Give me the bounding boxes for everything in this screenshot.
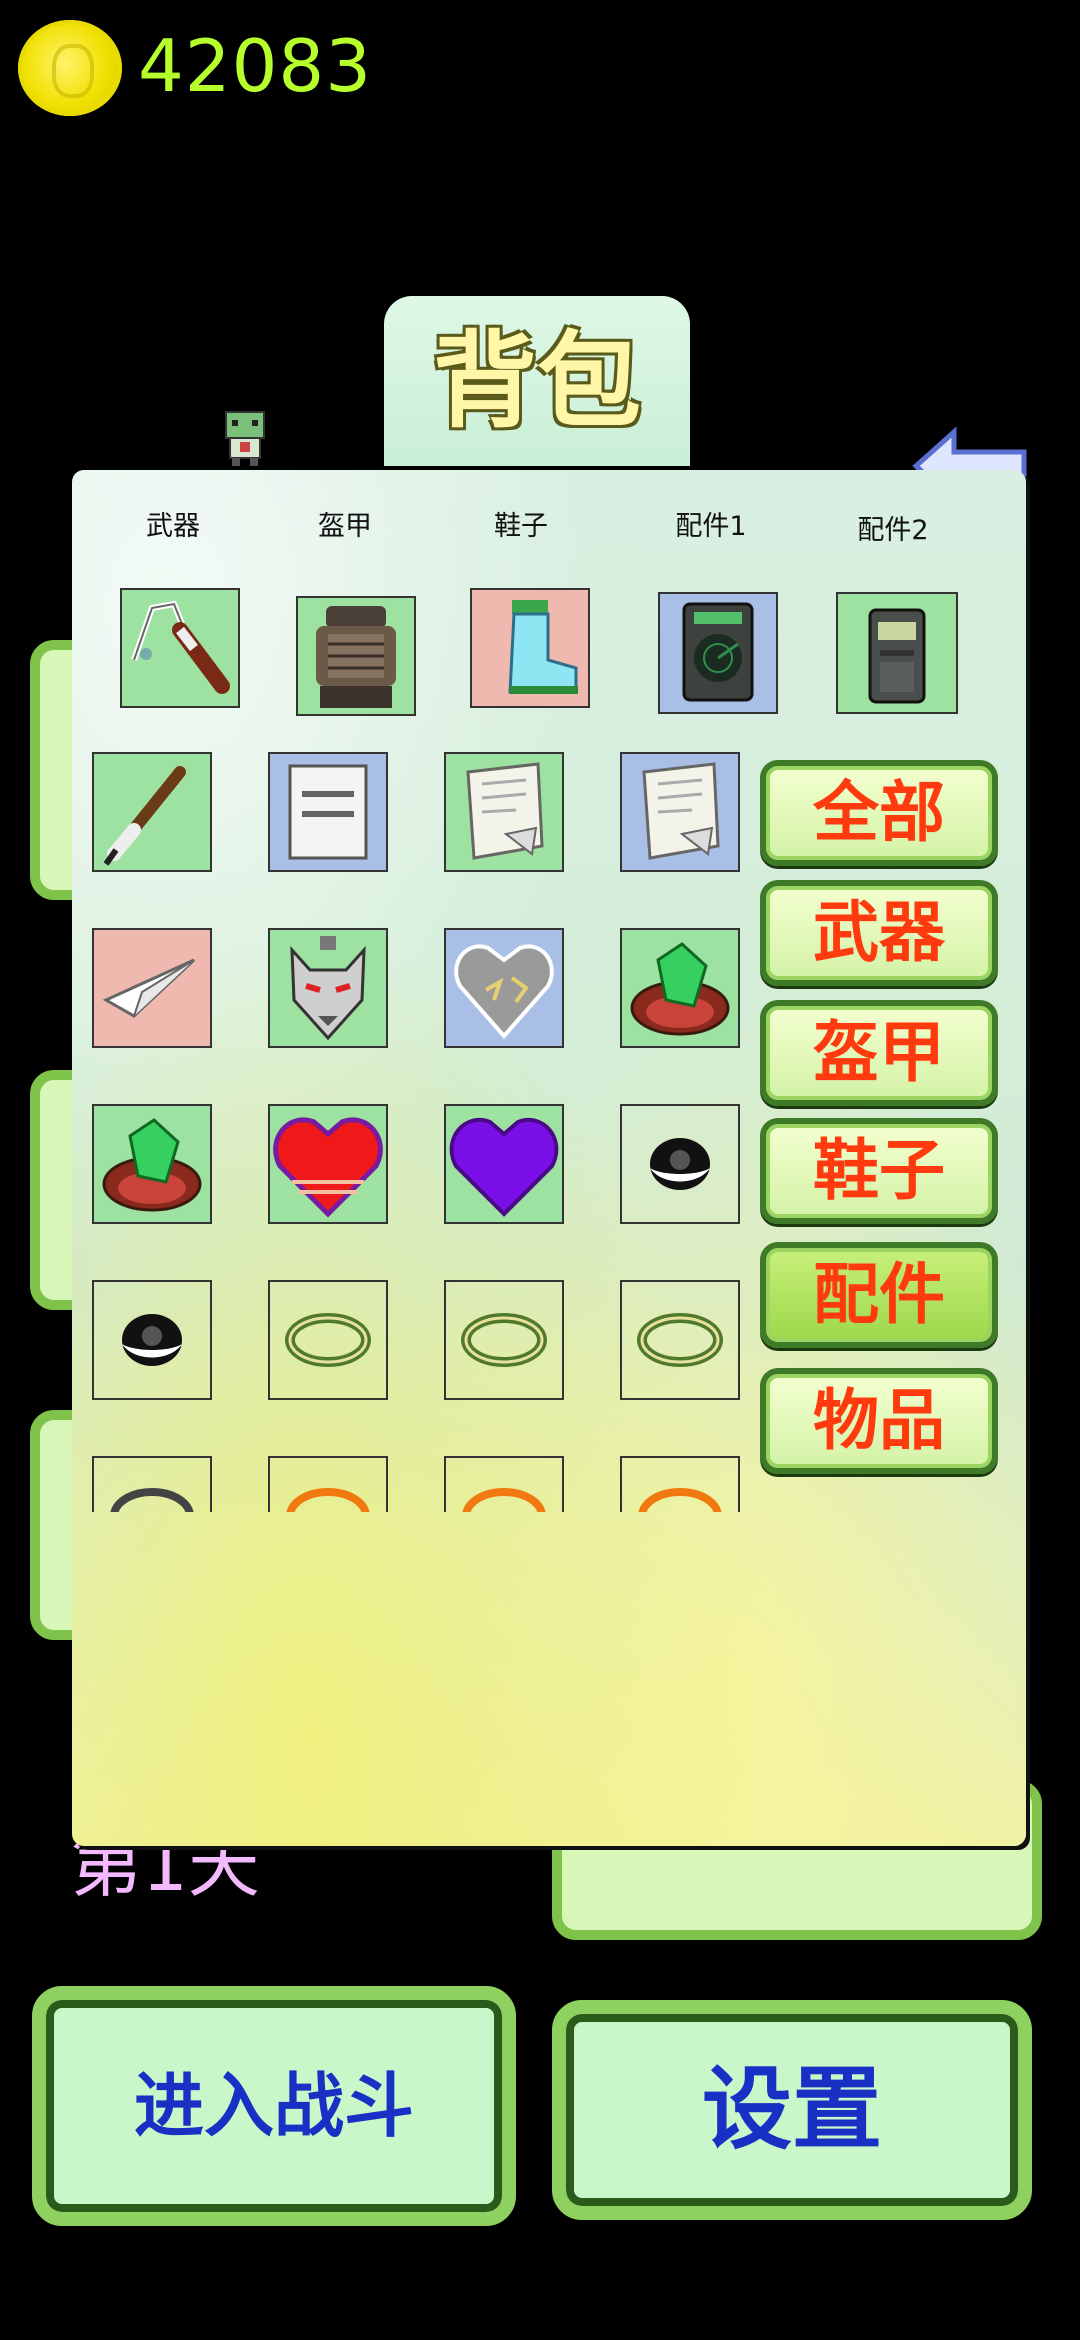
inventory-slot[interactable]: [92, 928, 212, 1048]
inventory-slot[interactable]: [268, 1104, 388, 1224]
green-ring-icon: [637, 1313, 723, 1367]
filter-items-button[interactable]: 物品: [760, 1368, 998, 1474]
handheld-scanner-icon: [868, 608, 926, 704]
inventory-title: 背包: [384, 296, 690, 466]
inventory-slot[interactable]: [444, 752, 564, 872]
blue-boot-icon: [508, 600, 578, 694]
brush-weapon-icon: [103, 766, 186, 866]
inventory-slot[interactable]: [620, 1104, 740, 1224]
eye-icon: [650, 1138, 710, 1190]
inventory-slot[interactable]: [92, 1456, 212, 1512]
inventory-slot[interactable]: [92, 752, 212, 872]
filter-shoes-button[interactable]: 鞋子: [760, 1118, 998, 1224]
inventory-slot[interactable]: [444, 1104, 564, 1224]
inventory-slot[interactable]: [620, 1456, 740, 1512]
green-ring-icon: [285, 1313, 371, 1367]
orange-ring-icon: [638, 1488, 722, 1512]
inventory-slot[interactable]: [444, 928, 564, 1048]
green-crystal-icon: [102, 1118, 202, 1212]
orange-ring-icon: [462, 1488, 546, 1512]
paper-airplane-icon: [102, 958, 196, 1018]
coin-count: 42083: [138, 24, 373, 108]
inventory-slot[interactable]: [268, 1456, 388, 1512]
broken-heart-icon: [454, 944, 554, 1040]
settings-button[interactable]: 设置: [552, 2000, 1032, 2220]
scroll-note-icon: [466, 762, 544, 860]
filter-weapon-button[interactable]: 武器: [760, 880, 998, 986]
radar-device-icon: [682, 602, 754, 702]
slot-label-weapon: 武器: [146, 511, 200, 542]
enter-battle-button[interactable]: 进入战斗: [32, 1986, 516, 2226]
green-crystal-icon: [630, 942, 730, 1036]
inventory-slot[interactable]: [444, 1280, 564, 1400]
purple-heart-icon: [449, 1118, 559, 1217]
slot-label-armor: 盔甲: [318, 511, 372, 542]
filter-all-button[interactable]: 全部: [760, 760, 998, 866]
paper-document-icon: [288, 764, 368, 860]
inventory-slot[interactable]: [92, 1104, 212, 1224]
inventory-grid: [72, 740, 772, 1512]
inventory-slot[interactable]: [444, 1456, 564, 1512]
scroll-note-icon: [642, 762, 720, 860]
inventory-slot[interactable]: [268, 752, 388, 872]
dark-ring-icon: [110, 1488, 194, 1512]
slot-label-shoes: 鞋子: [494, 511, 548, 542]
inventory-slot[interactable]: [620, 752, 740, 872]
inventory-slot[interactable]: [92, 1280, 212, 1400]
equipped-accessory-2-slot[interactable]: [836, 592, 958, 714]
filter-accessory-button[interactable]: 配件: [760, 1242, 998, 1348]
flail-weapon-icon: [131, 600, 230, 694]
samurai-armor-icon: [316, 606, 396, 708]
inventory-slot[interactable]: [620, 1280, 740, 1400]
gold-coin-icon: [18, 20, 122, 116]
orange-ring-icon: [286, 1488, 370, 1512]
equipped-armor-slot[interactable]: [296, 596, 416, 716]
eye-icon: [122, 1314, 182, 1366]
inventory-slot[interactable]: [620, 928, 740, 1048]
filter-armor-button[interactable]: 盔甲: [760, 1000, 998, 1106]
equipped-weapon-slot[interactable]: [120, 588, 240, 708]
equipped-accessory-1-slot[interactable]: [658, 592, 778, 714]
inventory-slot[interactable]: [268, 928, 388, 1048]
red-heart-icon: [273, 1117, 383, 1218]
pet-sprite-icon: [225, 411, 265, 466]
wolf-mask-icon: [290, 936, 366, 1041]
inventory-slot[interactable]: [268, 1280, 388, 1400]
slot-label-accessory-1: 配件1: [675, 511, 747, 542]
green-ring-icon: [461, 1313, 547, 1367]
equipped-shoes-slot[interactable]: [470, 588, 590, 708]
slot-label-accessory-2: 配件2: [857, 515, 929, 546]
